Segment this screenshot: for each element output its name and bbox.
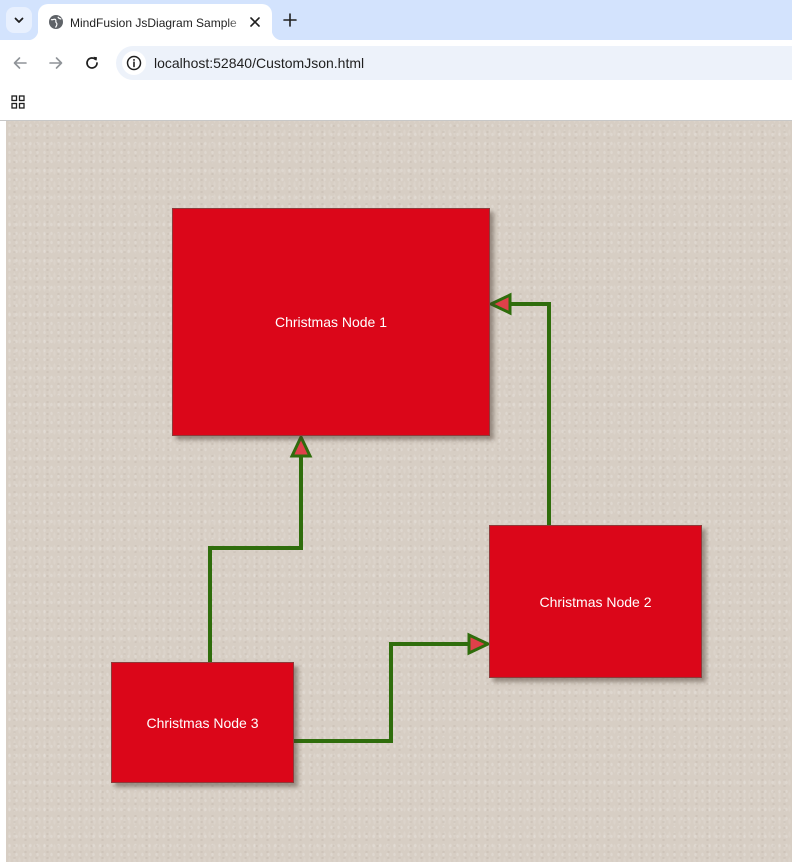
link-node3-to-node1[interactable] [208,433,313,662]
diagram-node-3[interactable]: Christmas Node 3 [111,662,294,783]
node-label: Christmas Node 3 [146,714,259,731]
apps-grid-icon [11,95,25,109]
plus-icon [283,13,297,27]
apps-button[interactable] [8,92,28,112]
back-button[interactable] [6,49,34,77]
link-node3-to-node2[interactable] [294,632,492,743]
diagram-node-1[interactable]: Christmas Node 1 [172,208,490,436]
close-icon [250,17,260,27]
arrowhead [467,632,492,656]
browser-toolbar: localhost:52840/CustomJson.html [0,40,792,86]
address-bar[interactable]: localhost:52840/CustomJson.html [116,46,792,80]
arrowhead [289,433,313,458]
page-content: Christmas Node 1 Christmas Node 2 Christ… [0,121,792,862]
new-tab-button[interactable] [278,8,302,32]
diagram-node-2[interactable]: Christmas Node 2 [489,525,702,678]
node-label: Christmas Node 1 [274,314,388,330]
node-label: Christmas Node 2 [539,593,652,610]
link-node2-to-node1[interactable] [487,292,551,525]
arrow-left-icon [13,57,27,69]
url-text[interactable]: localhost:52840/CustomJson.html [154,46,364,80]
globe-icon [49,15,63,29]
arrowhead [487,292,512,316]
site-info-button[interactable] [122,51,146,75]
bookmarks-bar [0,86,792,121]
tab-title: MindFusion JsDiagram Sample [70,16,237,30]
arrow-right-icon [49,57,63,69]
tab-strip: MindFusion JsDiagram Sample [0,0,792,40]
reload-button[interactable] [78,49,106,77]
info-icon [126,55,142,71]
forward-button[interactable] [42,49,70,77]
tab-active[interactable]: MindFusion JsDiagram Sample [28,4,282,40]
reload-icon [86,56,98,69]
chevron-down-icon [14,17,24,23]
tab-close-button[interactable] [246,13,264,31]
